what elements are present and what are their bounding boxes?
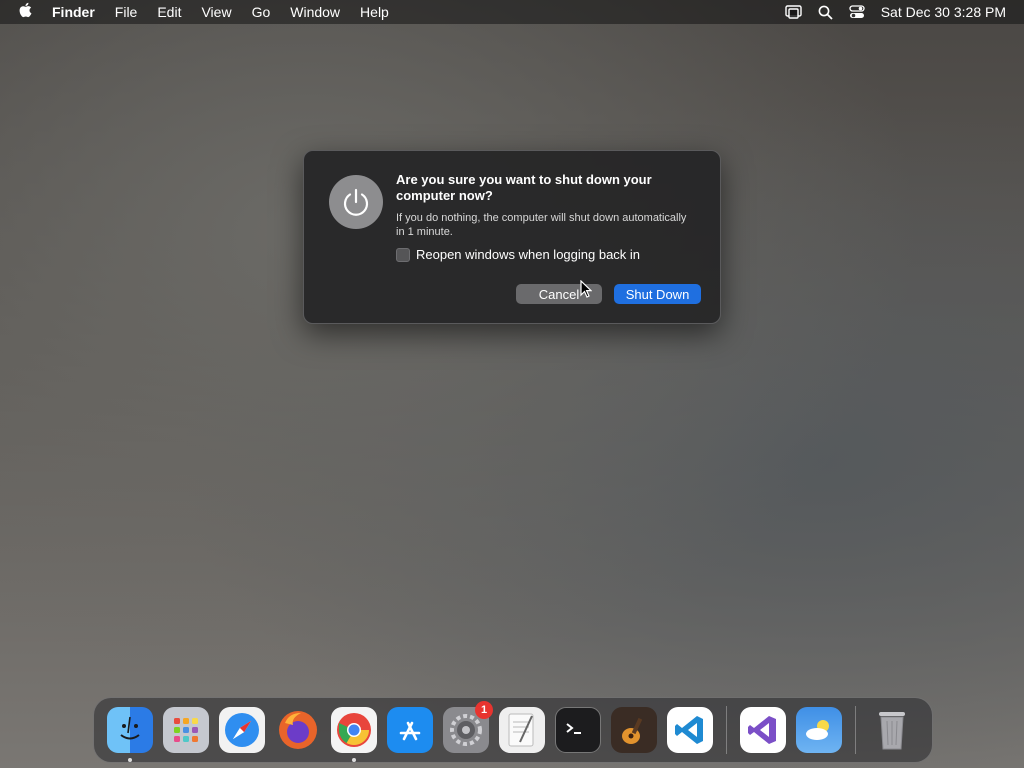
desktop-wallpaper	[0, 0, 1024, 768]
dock-separator	[726, 706, 727, 754]
terminal-icon	[566, 723, 581, 734]
power-icon	[329, 175, 383, 229]
dock-terminal[interactable]	[555, 707, 601, 753]
dock-system-settings[interactable]: 1	[443, 701, 493, 753]
dock-finder[interactable]	[107, 707, 153, 762]
vscode-icon	[675, 716, 703, 744]
reopen-windows-option[interactable]: Reopen windows when logging back in	[396, 247, 640, 262]
dock-vscode[interactable]	[667, 707, 713, 753]
menu-bar: Finder File Edit View Go Window Help Sat…	[0, 0, 1024, 24]
running-indicator	[128, 758, 132, 762]
menu-view[interactable]: View	[201, 4, 231, 20]
apple-logo-icon[interactable]	[18, 2, 32, 22]
dock-garageband[interactable]	[611, 707, 657, 753]
weather-icon	[806, 720, 829, 740]
launchpad-icon	[174, 718, 198, 742]
menu-app-name[interactable]: Finder	[52, 4, 95, 20]
visual-studio-icon	[748, 716, 776, 744]
dock-chrome[interactable]	[331, 707, 377, 762]
menu-window[interactable]: Window	[290, 4, 340, 20]
reopen-windows-checkbox[interactable]	[396, 247, 410, 262]
menu-edit[interactable]: Edit	[157, 4, 181, 20]
shut-down-button[interactable]: Shut Down	[614, 284, 701, 304]
dialog-message: If you do nothing, the computer will shu…	[396, 212, 687, 238]
notification-badge: 1	[475, 701, 493, 719]
dock-launchpad[interactable]	[163, 707, 209, 753]
screen-mirroring-icon[interactable]	[785, 5, 802, 19]
finder-icon	[120, 716, 140, 740]
chrome-icon	[337, 713, 371, 747]
garageband-icon	[622, 717, 643, 744]
menu-help[interactable]: Help	[360, 4, 389, 20]
dock-app-store[interactable]	[387, 707, 433, 753]
reopen-windows-label[interactable]: Reopen windows when logging back in	[416, 247, 640, 262]
menu-go[interactable]: Go	[252, 4, 271, 20]
menu-clock[interactable]: Sat Dec 30 3:28 PM	[881, 4, 1006, 20]
trash-icon	[879, 712, 905, 750]
search-icon[interactable]	[818, 5, 833, 20]
dock-trash[interactable]	[869, 707, 915, 753]
firefox-icon	[279, 711, 317, 749]
dock-visual-studio[interactable]	[740, 707, 786, 753]
running-indicator	[352, 758, 356, 762]
control-center-icon[interactable]	[849, 5, 865, 19]
dock-weather[interactable]	[796, 707, 842, 753]
shutdown-dialog: Are you sure you want to shut down your …	[303, 150, 721, 324]
textedit-icon	[508, 713, 534, 747]
safari-icon	[225, 713, 259, 747]
dock: 1	[93, 697, 933, 763]
mouse-pointer-icon	[580, 279, 593, 303]
app-store-icon	[399, 721, 421, 741]
dialog-title: Are you sure you want to shut down your …	[396, 172, 652, 203]
dock-safari[interactable]	[219, 707, 265, 753]
dock-firefox[interactable]	[275, 707, 321, 753]
menu-file[interactable]: File	[115, 4, 138, 20]
dock-textedit[interactable]	[499, 707, 545, 753]
dock-separator	[855, 706, 856, 754]
